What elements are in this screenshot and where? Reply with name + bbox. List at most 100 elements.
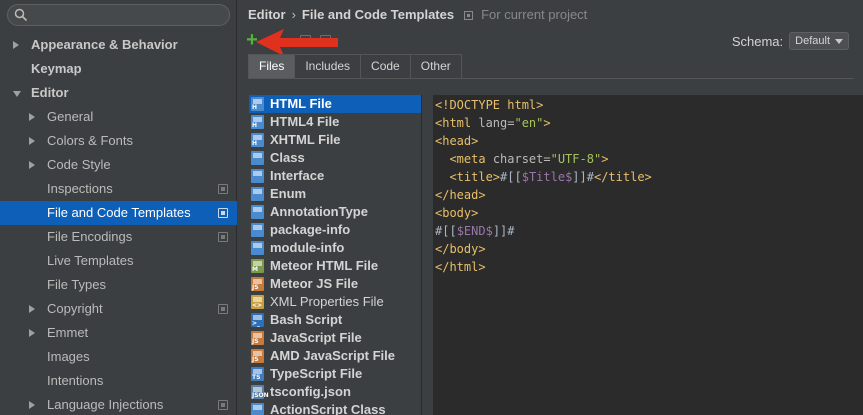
template-list-item[interactable]: Enum	[249, 185, 421, 203]
code-line: <body>	[435, 204, 863, 222]
code-line: <head>	[435, 132, 863, 150]
amd-javascript-icon: JS	[251, 349, 264, 363]
search-icon	[14, 8, 28, 22]
template-list-item[interactable]: ActionScript Class	[249, 401, 421, 415]
template-list-item[interactable]: JSON tsconfig.json	[249, 383, 421, 401]
schema-dropdown[interactable]: Default	[789, 32, 849, 50]
settings-sidebar: Appearance & Behavior Keymap Editor General…	[0, 0, 237, 415]
chevron-right-icon[interactable]	[29, 137, 35, 145]
sidebar-item-file-encodings[interactable]: File Encodings	[0, 225, 237, 249]
template-list-item[interactable]: AnnotationType	[249, 203, 421, 221]
chevron-right-icon[interactable]	[29, 401, 35, 409]
code-token: >	[543, 116, 551, 130]
template-list-item[interactable]: module-info	[249, 239, 421, 257]
sidebar-item-label: Editor	[31, 85, 69, 100]
sidebar-item-file-and-code-templates[interactable]: File and Code Templates	[0, 201, 237, 225]
code-token: <meta	[449, 152, 493, 166]
template-name: Meteor HTML File	[270, 258, 379, 273]
sidebar-item-colors-fonts[interactable]: Colors & Fonts	[0, 129, 237, 153]
code-token: </body>	[435, 242, 486, 256]
sidebar-item-file-types[interactable]: File Types	[0, 273, 237, 297]
sidebar-item-appearance-behavior[interactable]: Appearance & Behavior	[0, 33, 237, 57]
html-file-icon: H	[251, 97, 264, 111]
sidebar-item-images[interactable]: Images	[0, 345, 237, 369]
template-editor[interactable]: <!DOCTYPE html> <html lang="en"> <head> <m…	[433, 95, 863, 415]
code-token: ]]#	[492, 224, 515, 238]
interface-file-icon	[251, 169, 264, 183]
template-name: tsconfig.json	[270, 384, 351, 399]
tab-code[interactable]: Code	[360, 54, 411, 78]
sidebar-item-editor[interactable]: Editor	[0, 81, 237, 105]
sidebar-item-general[interactable]: General	[0, 105, 237, 129]
bash-script-icon: >_	[251, 313, 264, 327]
sidebar-item-label: Appearance & Behavior	[31, 37, 178, 52]
sidebar-item-copyright[interactable]: Copyright	[0, 297, 237, 321]
sidebar-item-label: File Types	[47, 277, 107, 292]
sidebar-item-keymap[interactable]: Keymap	[0, 57, 237, 81]
template-list-item[interactable]: JS Meteor JS File	[249, 275, 421, 293]
template-list-item[interactable]: Interface	[249, 167, 421, 185]
html-file-icon: H	[251, 115, 264, 129]
class-file-icon	[251, 151, 264, 165]
sidebar-item-language-injections[interactable]: Language Injections	[0, 393, 237, 415]
template-name: TypeScript File	[270, 366, 363, 381]
chevron-right-icon[interactable]	[29, 113, 35, 121]
template-list-item[interactable]: H XHTML File	[249, 131, 421, 149]
template-list-item[interactable]: package-info	[249, 221, 421, 239]
chevron-right-icon[interactable]	[29, 161, 35, 169]
chevron-right-icon[interactable]	[29, 305, 35, 313]
code-token: $Title$	[521, 170, 573, 184]
code-token: <head>	[435, 134, 479, 148]
search-input[interactable]	[32, 6, 222, 24]
breadcrumb-separator: ›	[291, 7, 296, 22]
template-list-item[interactable]: <> XML Properties File	[249, 293, 421, 311]
tab-files[interactable]: Files	[248, 54, 296, 78]
search-field[interactable]	[7, 4, 230, 26]
sidebar-item-label: General	[47, 109, 94, 124]
code-line: </html>	[435, 258, 863, 276]
template-list-item[interactable]: JS AMD JavaScript File	[249, 347, 421, 365]
template-name: HTML4 File	[270, 114, 340, 129]
template-list-item[interactable]: Class	[249, 149, 421, 167]
project-scope-icon	[218, 304, 228, 314]
schema-label: Schema:	[731, 33, 784, 49]
template-name: XHTML File	[270, 132, 341, 147]
typescript-file-icon: TS	[251, 367, 264, 381]
tab-other[interactable]: Other	[409, 54, 462, 78]
sidebar-item-inspections[interactable]: Inspections	[0, 177, 237, 201]
template-name: module-info	[270, 240, 345, 255]
template-list-item[interactable]: JS JavaScript File	[249, 329, 421, 347]
tab-includes[interactable]: Includes	[294, 54, 362, 78]
sidebar-item-label: Code Style	[47, 157, 111, 172]
template-list-item[interactable]: M Meteor HTML File	[249, 257, 421, 275]
file-type-tag: JS	[252, 338, 259, 345]
meteor-html-icon: M	[251, 259, 264, 273]
sidebar-item-emmet[interactable]: Emmet	[0, 321, 237, 345]
code-line: </head>	[435, 186, 863, 204]
template-name: ActionScript Class	[270, 402, 386, 415]
sidebar-item-label: Images	[47, 349, 90, 364]
template-name: Interface	[270, 168, 325, 183]
code-token: "UTF-8"	[550, 152, 602, 166]
file-type-tag: JS	[252, 284, 259, 291]
chevron-down-icon[interactable]	[13, 91, 21, 97]
code-token: $END$	[456, 224, 493, 238]
sidebar-item-live-templates[interactable]: Live Templates	[0, 249, 237, 273]
template-name: Bash Script	[270, 312, 343, 327]
sidebar-item-code-style[interactable]: Code Style	[0, 153, 237, 177]
project-scope-icon	[218, 184, 228, 194]
template-list-item[interactable]: >_ Bash Script	[249, 311, 421, 329]
template-list-item[interactable]: H HTML File	[249, 95, 421, 113]
code-token: <!DOCTYPE	[435, 98, 508, 112]
template-name: AnnotationType	[270, 204, 368, 219]
template-name: Meteor JS File	[270, 276, 359, 291]
sidebar-item-intentions[interactable]: Intentions	[0, 369, 237, 393]
template-list-item[interactable]: TS TypeScript File	[249, 365, 421, 383]
code-line: <!DOCTYPE html>	[435, 96, 863, 114]
xml-properties-icon: <>	[251, 295, 264, 309]
chevron-right-icon[interactable]	[29, 329, 35, 337]
chevron-right-icon[interactable]	[13, 41, 19, 49]
code-token: html	[507, 98, 537, 112]
breadcrumb: Editor › File and Code Templates For curren…	[248, 7, 587, 25]
template-list-item[interactable]: H HTML4 File	[249, 113, 421, 131]
